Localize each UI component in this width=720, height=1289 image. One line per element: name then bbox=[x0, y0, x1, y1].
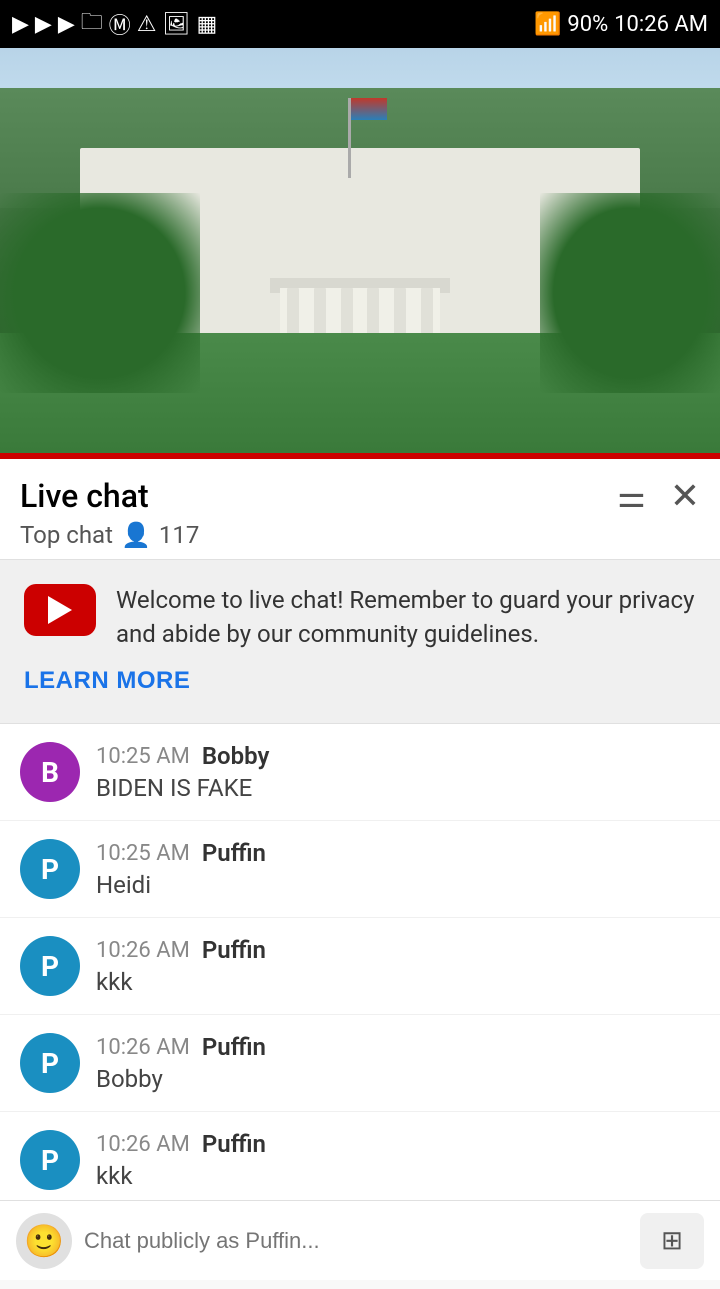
app-icon-2: ▶ bbox=[35, 12, 52, 37]
play-triangle bbox=[48, 596, 72, 624]
app-icon-5: Ⓜ bbox=[109, 8, 131, 40]
flag bbox=[351, 98, 387, 120]
chat-subtitle: Top chat 👤 117 bbox=[20, 521, 700, 549]
avatar: P bbox=[20, 1130, 80, 1190]
emoji-button[interactable]: 🙂 bbox=[16, 1213, 72, 1269]
message-time: 10:26 AM bbox=[96, 1132, 190, 1157]
time-display: 10:26 AM bbox=[614, 12, 708, 37]
welcome-content: Welcome to live chat! Remember to guard … bbox=[24, 584, 696, 651]
avatar-letter: B bbox=[41, 756, 59, 789]
message-meta: 10:25 AM Puffin bbox=[96, 839, 266, 867]
message-meta: 10:26 AM Puffin bbox=[96, 936, 266, 964]
message-time: 10:26 AM bbox=[96, 1035, 190, 1060]
message-meta: 10:26 AM Puffin bbox=[96, 1130, 266, 1158]
message-author: Bobby bbox=[202, 742, 270, 770]
app-icon-3: ▶ bbox=[58, 12, 75, 37]
send-icon: ⊞ bbox=[661, 1225, 683, 1256]
app-icon-1: ▶ bbox=[12, 12, 29, 37]
video-thumbnail bbox=[0, 48, 720, 453]
message-time: 10:26 AM bbox=[96, 938, 190, 963]
message-author: Puffin bbox=[202, 839, 266, 867]
avatar: P bbox=[20, 839, 80, 899]
avatar: B bbox=[20, 742, 80, 802]
chat-header: Live chat ⚌ ✕ Top chat 👤 117 bbox=[0, 459, 720, 560]
message-body: 10:26 AM Puffin kkk bbox=[96, 936, 266, 996]
message-author: Puffin bbox=[202, 936, 266, 964]
message-author: Puffin bbox=[202, 1130, 266, 1158]
avatar-letter: P bbox=[41, 1047, 59, 1080]
message-body: 10:26 AM Puffin Bobby bbox=[96, 1033, 266, 1093]
video-player[interactable] bbox=[0, 48, 720, 453]
message-time: 10:25 AM bbox=[96, 841, 190, 866]
table-row: P 10:26 AM Puffin kkk bbox=[0, 1112, 720, 1209]
learn-more-button[interactable]: LEARN MORE bbox=[24, 667, 696, 695]
message-time: 10:25 AM bbox=[96, 744, 190, 769]
message-text: BIDEN IS FAKE bbox=[96, 774, 269, 802]
avatar-letter: P bbox=[41, 1144, 59, 1177]
chat-input[interactable] bbox=[84, 1213, 628, 1269]
welcome-message: Welcome to live chat! Remember to guard … bbox=[116, 584, 696, 651]
message-text: Heidi bbox=[96, 871, 266, 899]
avatar: P bbox=[20, 936, 80, 996]
message-author: Puffin bbox=[202, 1033, 266, 1061]
message-meta: 10:25 AM Bobby bbox=[96, 742, 269, 770]
message-meta: 10:26 AM Puffin bbox=[96, 1033, 266, 1061]
table-row: P 10:26 AM Puffin Bobby bbox=[0, 1015, 720, 1112]
status-icons: ▶ ▶ ▶ 🗀 Ⓜ ⚠ 🖼 ▦ bbox=[12, 5, 217, 43]
table-row: B 10:25 AM Bobby BIDEN IS FAKE bbox=[0, 724, 720, 821]
message-body: 10:25 AM Bobby BIDEN IS FAKE bbox=[96, 742, 269, 802]
message-text: kkk bbox=[96, 1162, 266, 1190]
front-trees-left bbox=[0, 193, 200, 393]
top-chat-label: Top chat bbox=[20, 521, 113, 549]
chat-messages-area: Welcome to live chat! Remember to guard … bbox=[0, 560, 720, 1289]
message-body: 10:26 AM Puffin kkk bbox=[96, 1130, 266, 1190]
send-button[interactable]: ⊞ bbox=[640, 1213, 704, 1269]
table-row: P 10:25 AM Puffin Heidi bbox=[0, 821, 720, 918]
status-bar: ▶ ▶ ▶ 🗀 Ⓜ ⚠ 🖼 ▦ 📶 90% 10:26 AM bbox=[0, 0, 720, 48]
youtube-logo bbox=[24, 584, 96, 636]
avatar: P bbox=[20, 1033, 80, 1093]
chat-list: B 10:25 AM Bobby BIDEN IS FAKE P 10:25 A… bbox=[0, 724, 720, 1209]
message-text: Bobby bbox=[96, 1065, 266, 1093]
chat-input-bar: 🙂 ⊞ bbox=[0, 1200, 720, 1280]
table-row: P 10:26 AM Puffin kkk bbox=[0, 918, 720, 1015]
battery-text: 90% bbox=[567, 12, 608, 37]
filter-icon[interactable]: ⚌ bbox=[617, 477, 646, 515]
welcome-banner: Welcome to live chat! Remember to guard … bbox=[0, 560, 720, 724]
app-icon-4: 🗀 bbox=[81, 5, 103, 43]
people-icon: 👤 bbox=[121, 521, 151, 549]
app-icon-7: 🖼 bbox=[163, 12, 191, 37]
wifi-icon: 📶 bbox=[534, 12, 561, 37]
chat-title: Live chat bbox=[20, 477, 149, 515]
avatar-letter: P bbox=[41, 853, 59, 886]
close-icon[interactable]: ✕ bbox=[670, 475, 700, 517]
app-icon-8: ▦ bbox=[196, 12, 217, 37]
avatar-letter: P bbox=[41, 950, 59, 983]
viewer-count: 117 bbox=[159, 521, 199, 549]
app-icon-6: ⚠ bbox=[137, 12, 157, 37]
front-trees-right bbox=[540, 193, 720, 393]
chat-header-top: Live chat ⚌ ✕ bbox=[20, 475, 700, 517]
chat-header-icons: ⚌ ✕ bbox=[617, 475, 700, 517]
message-text: kkk bbox=[96, 968, 266, 996]
message-body: 10:25 AM Puffin Heidi bbox=[96, 839, 266, 899]
status-right-icons: 📶 90% 10:26 AM bbox=[534, 12, 708, 37]
